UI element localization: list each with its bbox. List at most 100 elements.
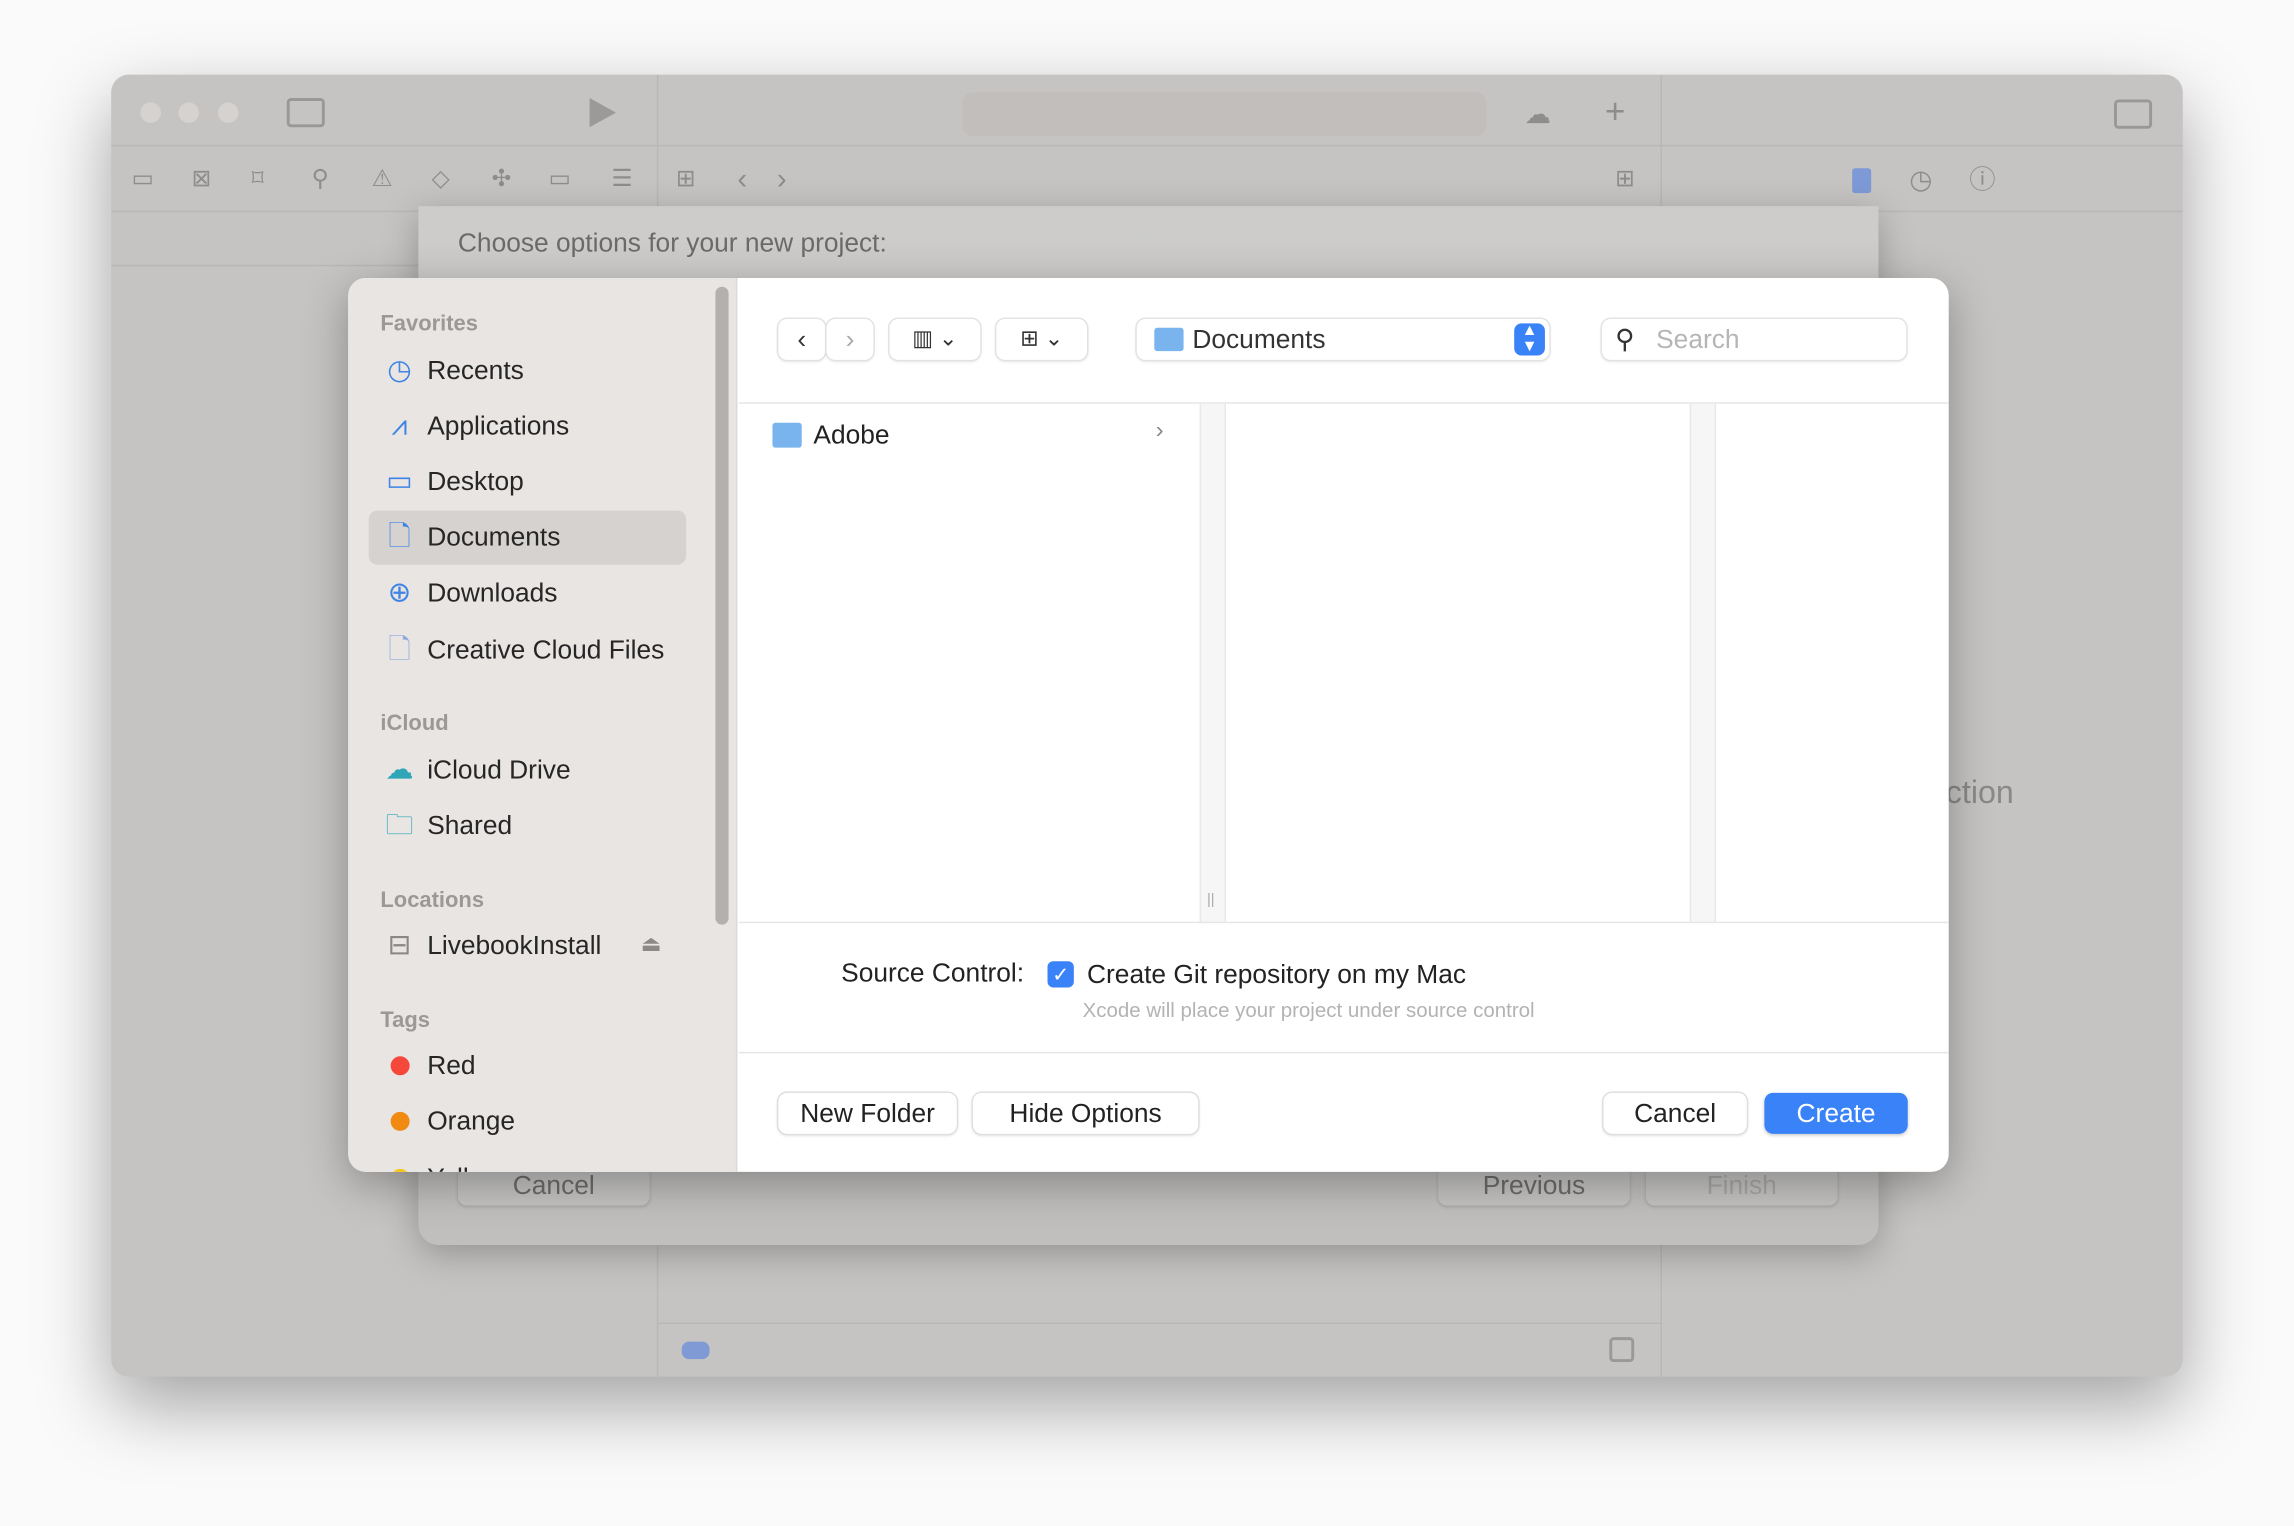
run-icon[interactable] xyxy=(589,98,616,128)
sidebar-item-label: iCloud Drive xyxy=(427,754,571,785)
add-icon[interactable]: + xyxy=(1605,94,1626,130)
shared-folder-icon: 🗀 xyxy=(385,810,414,842)
sidebar-item-label: Shared xyxy=(427,810,513,840)
sidebar-item-tag-orange[interactable]: Orange xyxy=(369,1094,686,1148)
cancel-button[interactable]: Cancel xyxy=(1603,1092,1747,1134)
cloud-status-icon[interactable]: ☁ xyxy=(1524,101,1550,127)
column-resize-handle[interactable]: || xyxy=(1199,403,1226,922)
sidebar-item-shared[interactable]: 🗀 Shared xyxy=(369,799,686,853)
git-checkbox-label[interactable]: Create Git repository on my Mac xyxy=(1087,960,1466,991)
sidebar-item-label: Orange xyxy=(427,1106,516,1136)
sidebar-toggle-icon[interactable] xyxy=(286,98,325,128)
minimize-window-button[interactable] xyxy=(178,102,199,123)
file-icon: 🗋 xyxy=(388,634,411,666)
sidebar-item-applications[interactable]: ⩘ Applications xyxy=(369,399,686,453)
previous-button[interactable]: Previous xyxy=(1438,1166,1630,1206)
chevron-left-icon: ‹ xyxy=(797,324,807,355)
dialog-sidebar: Favorites ◷ Recents ⩘ Applications ▭ Deskto… xyxy=(348,277,738,1172)
download-icon: ⊕ xyxy=(387,577,412,609)
debug-area-toggle-icon[interactable] xyxy=(1609,1337,1635,1363)
sidebar-item-label: Documents xyxy=(427,522,561,552)
file-inspector-icon[interactable] xyxy=(1852,168,1872,194)
sidebar-item-label: Red xyxy=(427,1050,476,1080)
search-navigator-icon[interactable]: ⚲ xyxy=(312,168,329,191)
grid-icon[interactable]: ⊞ xyxy=(676,168,696,191)
sidebar-scrollbar[interactable] xyxy=(715,286,729,925)
report-icon[interactable]: ☰ xyxy=(612,168,633,191)
folder-navigator-icon[interactable]: ▭ xyxy=(132,168,154,191)
warning-icon[interactable]: ⚠ xyxy=(372,168,393,191)
list-item[interactable]: Adobe › xyxy=(758,418,1197,453)
source-control-navigator-icon[interactable]: ⊠ xyxy=(192,168,212,191)
help-icon[interactable]: ⓘ xyxy=(1969,167,1995,193)
back-button[interactable]: ‹ xyxy=(778,318,826,360)
forward-button[interactable]: › xyxy=(826,318,874,360)
sheet-cancel-button[interactable]: Cancel xyxy=(457,1166,650,1206)
breakpoint-icon[interactable]: ▭ xyxy=(549,168,571,191)
group-button[interactable]: ⊞ ⌄ xyxy=(996,318,1088,360)
column-resize-handle[interactable] xyxy=(1689,403,1717,922)
search-field[interactable]: ⚲ Search xyxy=(1601,318,1907,360)
partial-text: ction xyxy=(1945,773,2014,811)
folder-icon xyxy=(1154,327,1184,352)
forward-icon[interactable]: › xyxy=(777,165,787,194)
filter-icon xyxy=(681,1341,710,1360)
test-icon[interactable]: ◇ xyxy=(432,168,450,191)
tag-yellow-dot-icon xyxy=(390,1168,410,1172)
git-checkbox[interactable]: ✓ xyxy=(1047,961,1074,988)
save-dialog: Favorites ◷ Recents ⩘ Applications ▭ Deskto… xyxy=(348,277,1949,1172)
close-window-button[interactable] xyxy=(140,102,161,123)
folder-icon xyxy=(772,422,802,448)
columns-icon: ▥ ⌄ xyxy=(912,326,958,352)
add-editor-icon[interactable]: ⊞ xyxy=(1615,168,1635,191)
tag-orange-dot-icon xyxy=(390,1111,410,1131)
cloud-icon: ☁ xyxy=(385,754,414,786)
section-header-icloud: iCloud xyxy=(380,711,449,736)
item-name: Adobe xyxy=(813,419,890,450)
sidebar-item-downloads[interactable]: ⊕ Downloads xyxy=(369,566,686,620)
sidebar-item-tag-yellow[interactable]: Yellow xyxy=(369,1151,686,1172)
sidebar-item-label: Yellow xyxy=(427,1163,502,1172)
app-store-icon: ⩘ xyxy=(391,411,408,442)
sidebar-item-desktop[interactable]: ▭ Desktop xyxy=(369,455,686,509)
location-popup[interactable]: Documents ▲ ▼ xyxy=(1136,318,1550,360)
section-header-favorites: Favorites xyxy=(380,311,478,337)
hide-options-button[interactable]: Hide Options xyxy=(972,1092,1199,1134)
section-header-locations: Locations xyxy=(380,888,485,913)
sidebar-item-livebookinstall[interactable]: ⊟ LivebookInstall ⏏ xyxy=(369,919,686,973)
sidebar-item-label: Recents xyxy=(427,355,524,385)
sheet-title: Choose options for your new project: xyxy=(457,228,887,258)
eject-icon[interactable]: ⏏ xyxy=(641,930,662,957)
sidebar-item-label: Desktop xyxy=(427,466,524,496)
desktop-icon: ▭ xyxy=(386,466,413,498)
finish-button[interactable]: Finish xyxy=(1645,1166,1838,1206)
sidebar-item-documents[interactable]: 🗋 Documents xyxy=(368,510,687,565)
source-control-hint: Xcode will place your project under sour… xyxy=(1082,997,1535,1022)
sidebar-item-label: Creative Cloud Files xyxy=(427,634,665,665)
sidebar-item-recents[interactable]: ◷ Recents xyxy=(369,344,686,398)
search-placeholder: Search xyxy=(1656,324,1740,355)
location-label: Documents xyxy=(1192,324,1326,355)
back-icon[interactable]: ‹ xyxy=(737,165,747,194)
column-view-button[interactable]: ▥ ⌄ xyxy=(889,318,981,360)
new-folder-button[interactable]: New Folder xyxy=(778,1092,957,1134)
clock-icon: ◷ xyxy=(387,355,412,387)
debug-icon[interactable]: ✣ xyxy=(492,168,512,191)
activity-view xyxy=(962,92,1487,137)
create-button[interactable]: Create xyxy=(1764,1092,1908,1134)
drive-icon: ⊟ xyxy=(387,930,412,962)
checkmark-icon: ✓ xyxy=(1052,962,1070,987)
zoom-window-button[interactable] xyxy=(217,102,239,123)
bookmark-icon[interactable]: ⌑ xyxy=(252,168,264,191)
sidebar-item-icloud-drive[interactable]: ☁ iCloud Drive xyxy=(369,743,686,797)
section-header-tags: Tags xyxy=(380,1008,430,1033)
sidebar-item-label: LivebookInstall xyxy=(427,930,602,960)
inspector-toggle-icon[interactable] xyxy=(2114,99,2153,129)
sidebar-item-creative-cloud-files[interactable]: 🗋 Creative Cloud Files xyxy=(369,623,686,677)
chevron-right-icon: › xyxy=(1155,418,1164,444)
history-icon[interactable]: ◷ xyxy=(1909,167,1932,193)
updown-chevron-icon: ▲ ▼ xyxy=(1514,323,1545,356)
sidebar-item-tag-red[interactable]: Red xyxy=(369,1039,686,1093)
sidebar-item-label: Downloads xyxy=(427,577,558,608)
search-icon: ⚲ xyxy=(1615,324,1635,355)
